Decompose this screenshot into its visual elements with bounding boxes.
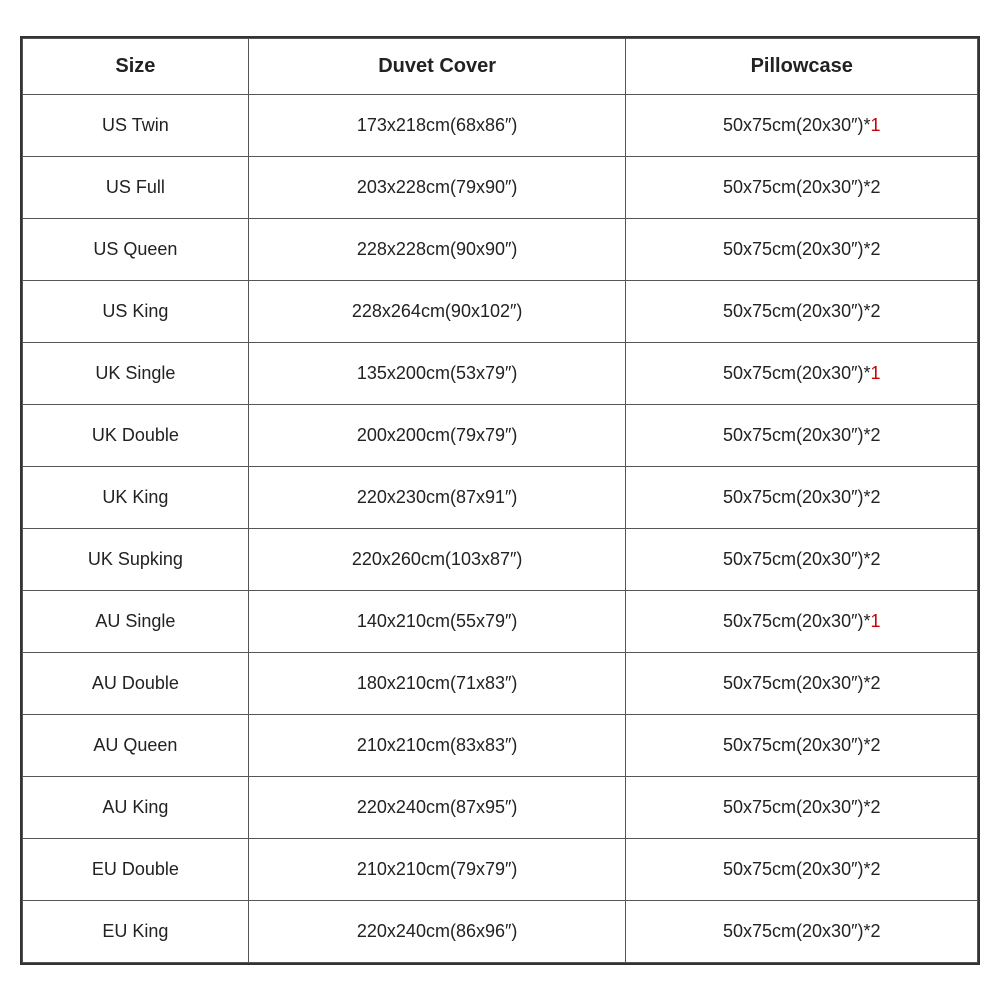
pillow-count: 2	[870, 239, 880, 259]
pillow-base: 50x75cm(20x30″)*	[723, 487, 870, 507]
table-row: UK King220x230cm(87x91″)50x75cm(20x30″)*…	[23, 466, 978, 528]
cell-size: US Queen	[23, 218, 249, 280]
cell-pillow: 50x75cm(20x30″)*2	[626, 714, 978, 776]
table-row: US Twin173x218cm(68x86″)50x75cm(20x30″)*…	[23, 94, 978, 156]
cell-duvet: 210x210cm(83x83″)	[248, 714, 626, 776]
pillow-base: 50x75cm(20x30″)*	[723, 859, 870, 879]
cell-pillow: 50x75cm(20x30″)*1	[626, 94, 978, 156]
cell-pillow: 50x75cm(20x30″)*2	[626, 652, 978, 714]
pillow-base: 50x75cm(20x30″)*	[723, 301, 870, 321]
cell-duvet: 180x210cm(71x83″)	[248, 652, 626, 714]
table-row: UK Double200x200cm(79x79″)50x75cm(20x30″…	[23, 404, 978, 466]
pillow-base: 50x75cm(20x30″)*	[723, 239, 870, 259]
cell-size: AU Double	[23, 652, 249, 714]
cell-pillow: 50x75cm(20x30″)*2	[626, 156, 978, 218]
table-body: US Twin173x218cm(68x86″)50x75cm(20x30″)*…	[23, 94, 978, 962]
cell-duvet: 228x264cm(90x102″)	[248, 280, 626, 342]
cell-pillow: 50x75cm(20x30″)*2	[626, 900, 978, 962]
cell-pillow: 50x75cm(20x30″)*2	[626, 776, 978, 838]
header-duvet: Duvet Cover	[248, 38, 626, 94]
cell-duvet: 200x200cm(79x79″)	[248, 404, 626, 466]
pillow-count: 2	[870, 301, 880, 321]
size-chart-container: Size Duvet Cover Pillowcase US Twin173x2…	[20, 36, 980, 965]
table-row: US Full203x228cm(79x90″)50x75cm(20x30″)*…	[23, 156, 978, 218]
cell-size: UK Double	[23, 404, 249, 466]
pillow-base: 50x75cm(20x30″)*	[723, 921, 870, 941]
pillow-count: 1	[870, 611, 880, 631]
pillow-base: 50x75cm(20x30″)*	[723, 673, 870, 693]
table-row: US King228x264cm(90x102″)50x75cm(20x30″)…	[23, 280, 978, 342]
cell-size: UK King	[23, 466, 249, 528]
pillow-base: 50x75cm(20x30″)*	[723, 115, 870, 135]
table-row: UK Single135x200cm(53x79″)50x75cm(20x30″…	[23, 342, 978, 404]
table-header-row: Size Duvet Cover Pillowcase	[23, 38, 978, 94]
cell-size: US Full	[23, 156, 249, 218]
cell-pillow: 50x75cm(20x30″)*2	[626, 528, 978, 590]
cell-size: UK Supking	[23, 528, 249, 590]
cell-size: US King	[23, 280, 249, 342]
pillow-count: 1	[870, 363, 880, 383]
pillow-base: 50x75cm(20x30″)*	[723, 611, 870, 631]
table-row: AU Single140x210cm(55x79″)50x75cm(20x30″…	[23, 590, 978, 652]
pillow-base: 50x75cm(20x30″)*	[723, 363, 870, 383]
cell-duvet: 220x240cm(86x96″)	[248, 900, 626, 962]
cell-duvet: 210x210cm(79x79″)	[248, 838, 626, 900]
cell-duvet: 140x210cm(55x79″)	[248, 590, 626, 652]
cell-duvet: 173x218cm(68x86″)	[248, 94, 626, 156]
cell-duvet: 135x200cm(53x79″)	[248, 342, 626, 404]
pillow-base: 50x75cm(20x30″)*	[723, 425, 870, 445]
table-row: US Queen228x228cm(90x90″)50x75cm(20x30″)…	[23, 218, 978, 280]
table-row: EU King220x240cm(86x96″)50x75cm(20x30″)*…	[23, 900, 978, 962]
table-row: AU Queen210x210cm(83x83″)50x75cm(20x30″)…	[23, 714, 978, 776]
header-pillowcase: Pillowcase	[626, 38, 978, 94]
cell-duvet: 220x240cm(87x95″)	[248, 776, 626, 838]
cell-duvet: 220x230cm(87x91″)	[248, 466, 626, 528]
pillow-count: 2	[870, 673, 880, 693]
cell-duvet: 220x260cm(103x87″)	[248, 528, 626, 590]
cell-pillow: 50x75cm(20x30″)*2	[626, 404, 978, 466]
cell-pillow: 50x75cm(20x30″)*2	[626, 218, 978, 280]
cell-size: US Twin	[23, 94, 249, 156]
cell-pillow: 50x75cm(20x30″)*2	[626, 838, 978, 900]
pillow-count: 1	[870, 115, 880, 135]
cell-duvet: 228x228cm(90x90″)	[248, 218, 626, 280]
pillow-count: 2	[870, 177, 880, 197]
pillow-base: 50x75cm(20x30″)*	[723, 735, 870, 755]
table-row: EU Double210x210cm(79x79″)50x75cm(20x30″…	[23, 838, 978, 900]
pillow-count: 2	[870, 487, 880, 507]
cell-duvet: 203x228cm(79x90″)	[248, 156, 626, 218]
cell-size: UK Single	[23, 342, 249, 404]
pillow-count: 2	[870, 859, 880, 879]
cell-pillow: 50x75cm(20x30″)*2	[626, 280, 978, 342]
header-size: Size	[23, 38, 249, 94]
table-row: AU Double180x210cm(71x83″)50x75cm(20x30″…	[23, 652, 978, 714]
pillow-count: 2	[870, 425, 880, 445]
pillow-count: 2	[870, 797, 880, 817]
cell-size: EU Double	[23, 838, 249, 900]
cell-size: EU King	[23, 900, 249, 962]
cell-size: AU Queen	[23, 714, 249, 776]
pillow-base: 50x75cm(20x30″)*	[723, 177, 870, 197]
pillow-count: 2	[870, 549, 880, 569]
pillow-base: 50x75cm(20x30″)*	[723, 549, 870, 569]
pillow-count: 2	[870, 735, 880, 755]
size-chart-table: Size Duvet Cover Pillowcase US Twin173x2…	[22, 38, 978, 963]
table-row: UK Supking220x260cm(103x87″)50x75cm(20x3…	[23, 528, 978, 590]
cell-pillow: 50x75cm(20x30″)*2	[626, 466, 978, 528]
cell-pillow: 50x75cm(20x30″)*1	[626, 590, 978, 652]
cell-size: AU King	[23, 776, 249, 838]
cell-size: AU Single	[23, 590, 249, 652]
cell-pillow: 50x75cm(20x30″)*1	[626, 342, 978, 404]
table-row: AU King220x240cm(87x95″)50x75cm(20x30″)*…	[23, 776, 978, 838]
pillow-base: 50x75cm(20x30″)*	[723, 797, 870, 817]
pillow-count: 2	[870, 921, 880, 941]
